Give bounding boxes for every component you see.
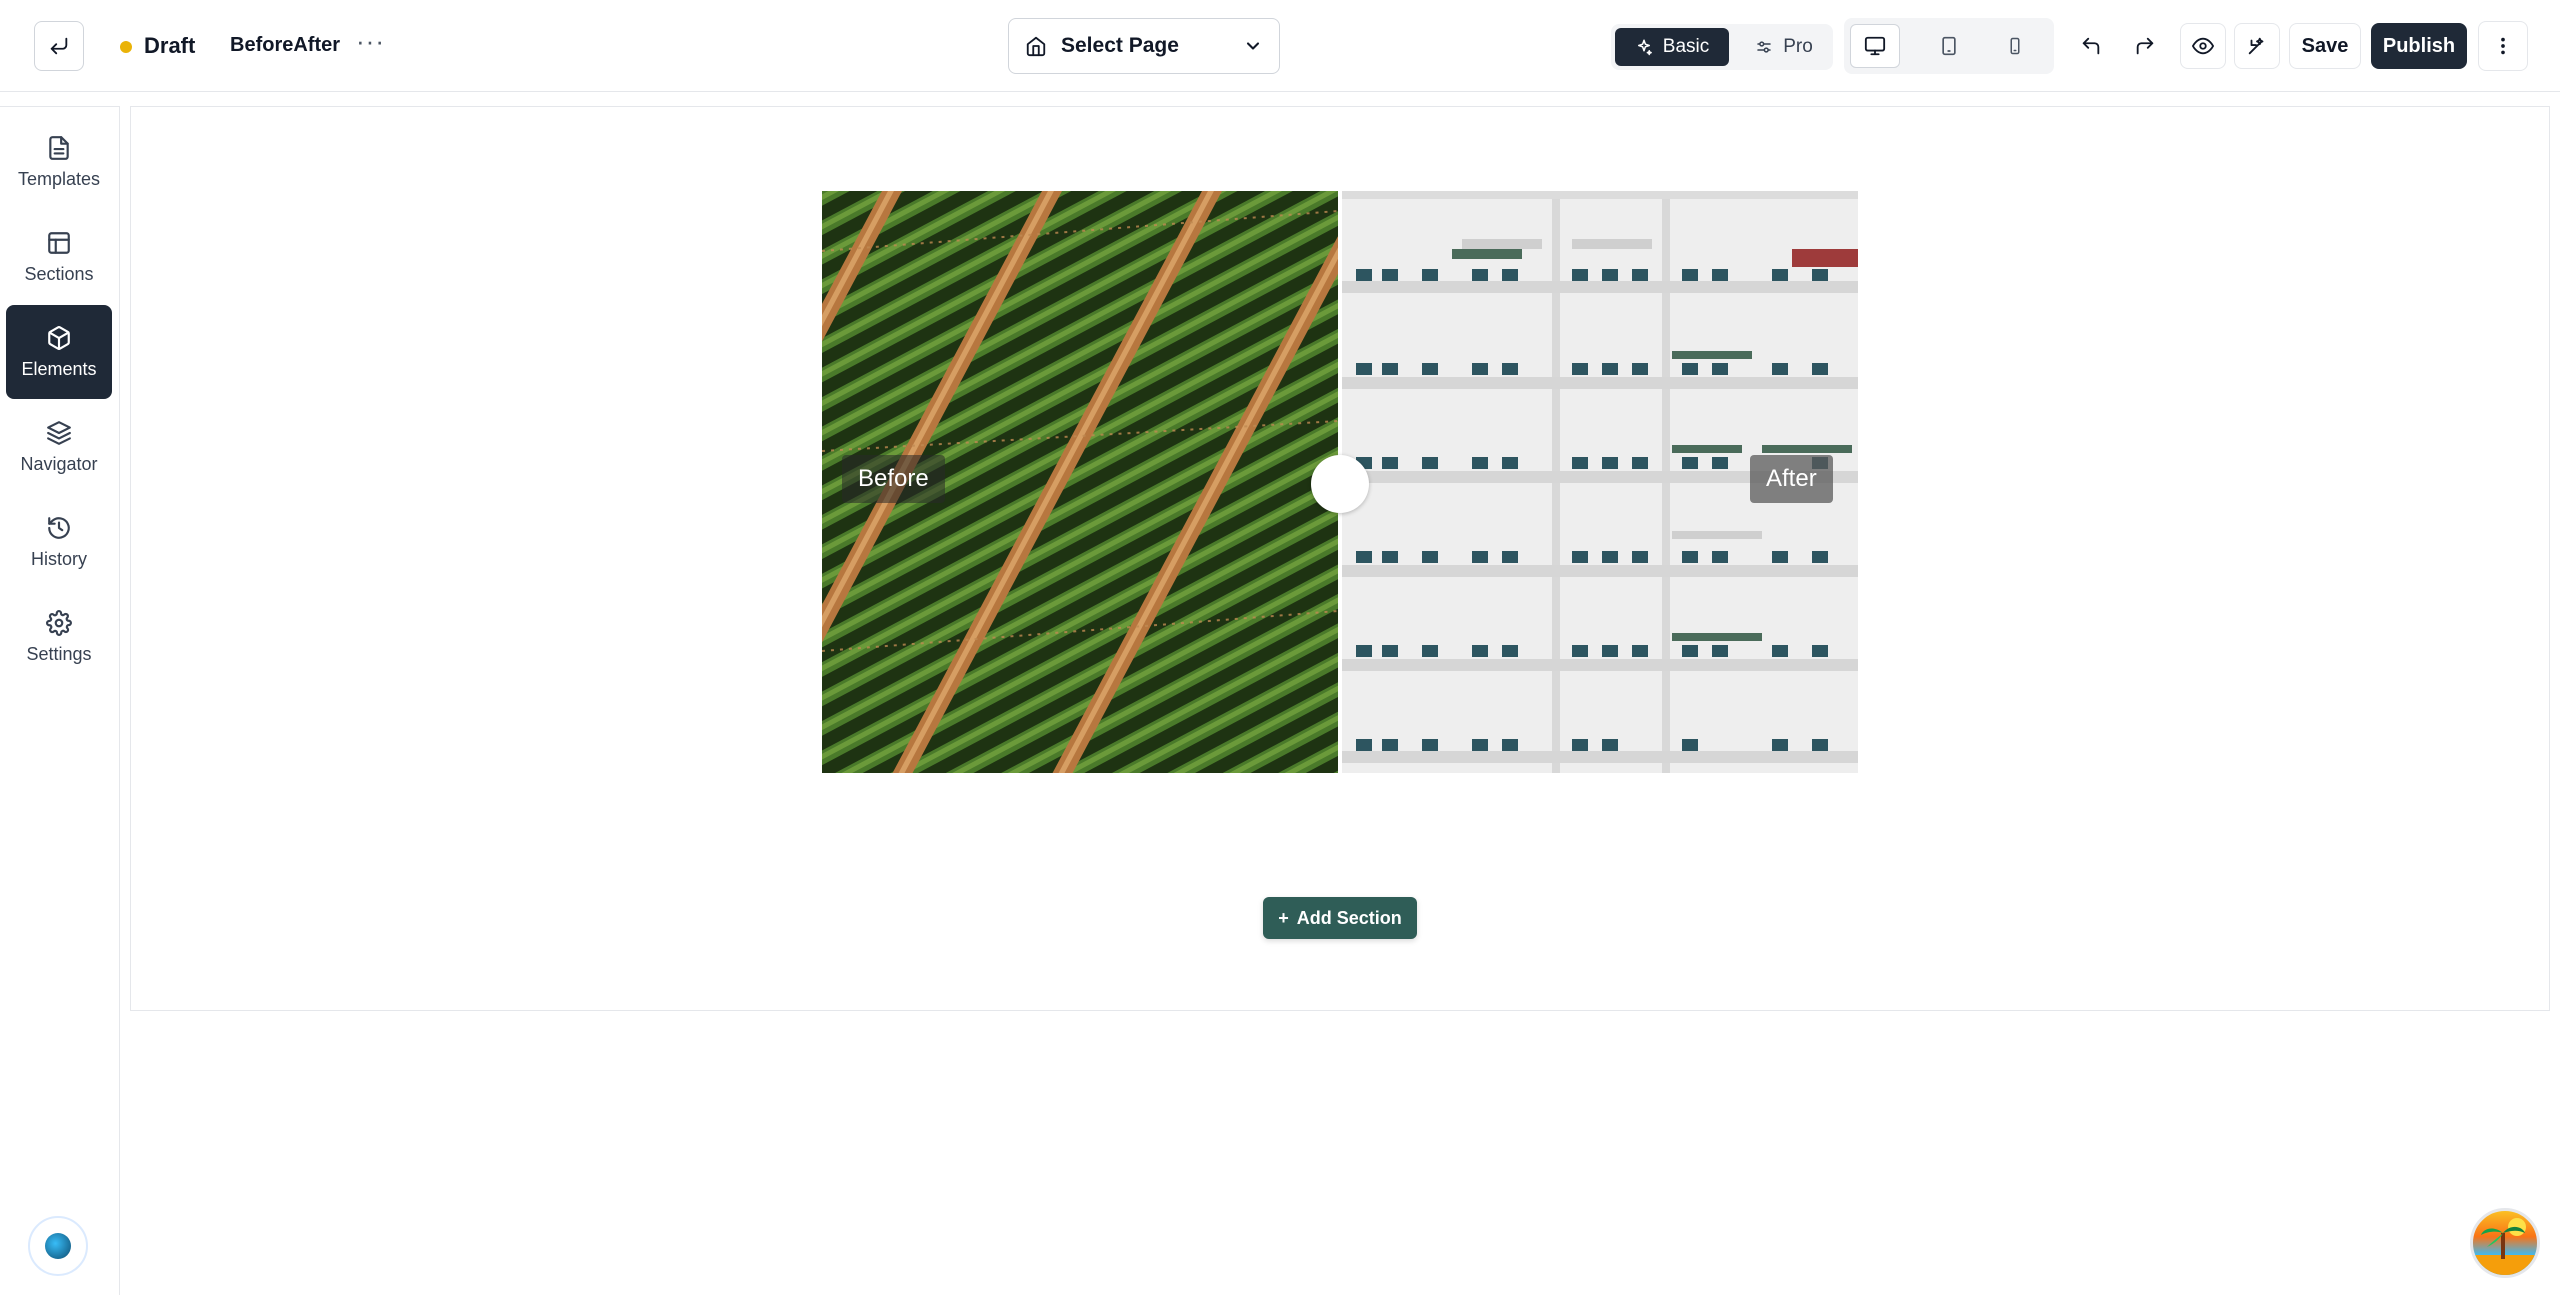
monitor-icon xyxy=(1864,36,1886,56)
mode-basic-button[interactable]: Basic xyxy=(1615,28,1729,66)
wand-icon xyxy=(2248,37,2264,55)
sidebar-item-label: Sections xyxy=(24,263,94,284)
tablet-view-button[interactable] xyxy=(1924,24,1974,68)
more-menu-button[interactable] xyxy=(2478,21,2528,71)
mobile-view-button[interactable] xyxy=(1990,24,2040,68)
sidebar-item-elements[interactable]: Elements xyxy=(6,305,112,399)
top-toolbar: Draft BeforeAfter ··· Select Page Basic … xyxy=(0,0,2560,92)
mode-basic-label: Basic xyxy=(1662,36,1710,57)
publish-button[interactable]: Publish xyxy=(2371,23,2467,69)
eye-icon xyxy=(2192,37,2214,55)
left-sidebar: Templates Sections Elements Navigator Hi… xyxy=(0,106,120,1295)
sidebar-item-templates[interactable]: Templates xyxy=(6,115,112,209)
return-arrow-icon xyxy=(50,37,68,55)
slider-handle[interactable] xyxy=(1311,455,1369,513)
sidebar-item-navigator[interactable]: Navigator xyxy=(6,400,112,494)
home-icon xyxy=(1026,36,1046,57)
page-name: BeforeAfter xyxy=(230,34,341,56)
history-icon xyxy=(48,516,70,539)
magic-edit-button[interactable] xyxy=(2234,23,2280,69)
sidebar-item-label: Settings xyxy=(26,643,92,664)
redo-button[interactable] xyxy=(2122,23,2168,69)
sparkles-icon xyxy=(1637,39,1652,56)
sliders-icon xyxy=(1757,41,1771,53)
draft-status-dot xyxy=(120,41,132,53)
chevron-down-icon xyxy=(1246,42,1260,50)
sidebar-item-sections[interactable]: Sections xyxy=(6,210,112,304)
logo-orb-icon xyxy=(45,1233,71,1259)
sidebar-item-label: Templates xyxy=(17,168,101,189)
sidebar-item-label: History xyxy=(30,548,87,569)
app-logo[interactable] xyxy=(28,1216,88,1276)
layout-icon xyxy=(48,231,70,254)
preview-button[interactable] xyxy=(2180,23,2226,69)
select-page-label: Select Page xyxy=(1061,34,1179,57)
sidebar-item-history[interactable]: History xyxy=(6,495,112,589)
box-icon xyxy=(48,325,70,350)
page-options-button[interactable]: ··· xyxy=(356,26,385,57)
beach-palm-icon xyxy=(2473,1218,2537,1275)
add-section-button[interactable]: + Add Section xyxy=(1263,897,1417,939)
desktop-view-button[interactable] xyxy=(1850,24,1900,68)
redo-icon xyxy=(2136,37,2154,55)
mode-toggle: Basic Pro xyxy=(1611,24,1833,70)
undo-button[interactable] xyxy=(2068,23,2114,69)
layers-icon xyxy=(47,420,71,445)
smartphone-icon xyxy=(2010,37,2020,55)
mode-pro-button[interactable]: Pro xyxy=(1739,28,1829,66)
device-switcher xyxy=(1844,18,2054,74)
select-page-dropdown[interactable]: Select Page xyxy=(1008,18,1280,74)
back-button[interactable] xyxy=(34,21,84,71)
more-vertical-icon xyxy=(2501,37,2505,55)
file-text-icon xyxy=(49,135,69,160)
sidebar-item-label: Navigator xyxy=(20,453,98,474)
save-button[interactable]: Save xyxy=(2289,23,2361,69)
undo-icon xyxy=(2082,37,2100,55)
draft-status-label: Draft xyxy=(144,33,196,58)
before-label: Before xyxy=(842,455,945,503)
add-section-label: Add Section xyxy=(1296,907,1402,928)
after-label: After xyxy=(1750,455,1833,503)
assistant-avatar[interactable] xyxy=(2470,1208,2540,1278)
gear-icon xyxy=(46,609,72,636)
plus-icon: + xyxy=(1278,907,1289,928)
sidebar-item-label: Elements xyxy=(21,358,97,379)
mode-pro-label: Pro xyxy=(1783,36,1813,57)
before-after-slider[interactable]: Before After xyxy=(822,191,1858,773)
tablet-icon xyxy=(1942,36,1956,56)
sidebar-item-settings[interactable]: Settings xyxy=(6,590,112,684)
